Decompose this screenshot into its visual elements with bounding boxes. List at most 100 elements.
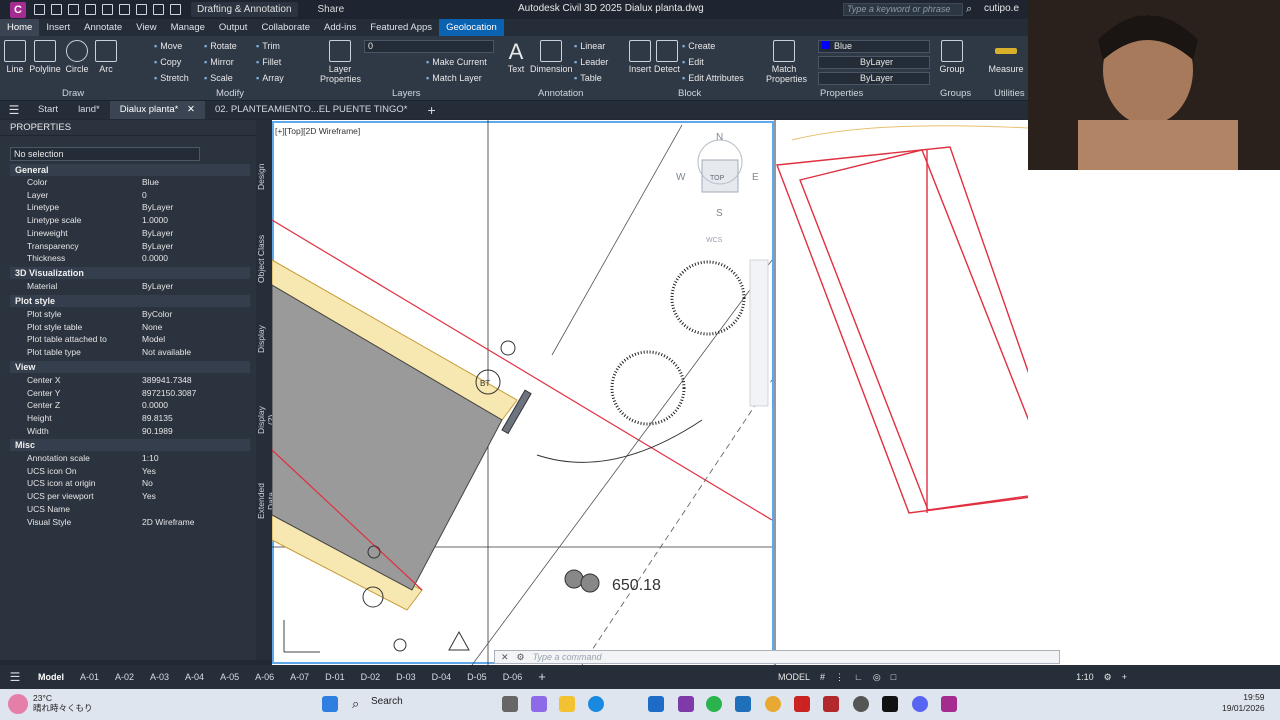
- property-value[interactable]: ByLayer: [142, 281, 173, 291]
- fillet-button[interactable]: Fillet: [256, 57, 281, 67]
- move-button[interactable]: Move: [154, 41, 182, 51]
- property-value[interactable]: ByLayer: [142, 241, 173, 251]
- search-icon[interactable]: ⌕: [966, 3, 972, 16]
- web-save-icon[interactable]: [119, 4, 130, 15]
- leader-button[interactable]: Leader: [574, 57, 608, 67]
- doc-tab-land[interactable]: land*: [68, 101, 110, 119]
- property-value[interactable]: 90.1989: [142, 426, 173, 436]
- dimension-button[interactable]: Dimension: [530, 40, 573, 74]
- drawing-viewport-right-extension[interactable]: [1028, 170, 1280, 665]
- linetype-dropdown[interactable]: ByLayer: [818, 56, 930, 69]
- groups-panel-label[interactable]: Groups: [940, 88, 971, 99]
- table-button[interactable]: Table: [574, 73, 602, 83]
- section-general[interactable]: General: [10, 164, 250, 176]
- grid-icon[interactable]: #: [820, 665, 825, 689]
- app-logo[interactable]: C: [10, 1, 26, 18]
- drawing-viewport[interactable]: 650.18 TOP N W E S WCS BT [+][Top][2D Wi…: [272, 120, 1028, 665]
- tab-add-ins[interactable]: Add-ins: [317, 19, 363, 36]
- rotate-button[interactable]: Rotate: [204, 41, 237, 51]
- tab-view[interactable]: View: [129, 19, 163, 36]
- circle-button[interactable]: Circle: [64, 40, 90, 74]
- edit-attributes-button[interactable]: Edit Attributes: [682, 73, 744, 83]
- add-layout-icon[interactable]: +: [530, 665, 554, 689]
- file-explorer-icon[interactable]: [559, 696, 575, 712]
- lineweight-dropdown[interactable]: ByLayer: [818, 72, 930, 85]
- side-tab-display[interactable]: Display: [256, 324, 272, 354]
- tab-output[interactable]: Output: [212, 19, 255, 36]
- model-space-toggle[interactable]: MODEL: [778, 665, 810, 689]
- property-value[interactable]: 2D Wireframe: [142, 517, 194, 527]
- insert-button[interactable]: Insert: [628, 40, 652, 74]
- polyline-button[interactable]: Polyline: [28, 40, 62, 74]
- ortho-icon[interactable]: ∟: [854, 665, 863, 689]
- tab-manage[interactable]: Manage: [164, 19, 212, 36]
- scale-button[interactable]: Scale: [204, 73, 233, 83]
- app-icon[interactable]: [678, 696, 694, 712]
- tab-insert[interactable]: Insert: [39, 19, 77, 36]
- layout-tab[interactable]: D-04: [424, 665, 460, 689]
- property-value[interactable]: No: [142, 478, 153, 488]
- property-value[interactable]: 0.0000: [142, 400, 168, 410]
- settings-icon[interactable]: ⚙: [1104, 665, 1112, 689]
- new-icon[interactable]: [34, 4, 45, 15]
- layers-panel-label[interactable]: Layers: [392, 88, 421, 99]
- match-layer-button[interactable]: Match Layer: [426, 73, 482, 83]
- side-tab-object-class[interactable]: Object Class: [256, 232, 272, 286]
- layout-tab[interactable]: A-06: [247, 665, 282, 689]
- osnap-icon[interactable]: □: [891, 665, 896, 689]
- properties-panel-label[interactable]: Properties: [820, 88, 863, 99]
- property-value[interactable]: Model: [142, 334, 165, 344]
- layout-tab[interactable]: D-01: [317, 665, 353, 689]
- new-tab-icon[interactable]: +: [417, 101, 445, 119]
- save-icon[interactable]: [68, 4, 79, 15]
- taskbar-search-icon[interactable]: ⌕: [352, 696, 368, 712]
- close-icon[interactable]: ✕: [187, 104, 195, 115]
- layout-tab[interactable]: D-05: [459, 665, 495, 689]
- layout-tab[interactable]: A-02: [107, 665, 142, 689]
- match-properties-button[interactable]: Match Properties: [766, 40, 807, 84]
- modify-panel-label[interactable]: Modify: [216, 88, 244, 99]
- layout-tab[interactable]: D-06: [495, 665, 531, 689]
- tab-geolocation[interactable]: Geolocation: [439, 19, 504, 36]
- start-icon[interactable]: [322, 696, 338, 712]
- property-value[interactable]: ByLayer: [142, 202, 173, 212]
- property-value[interactable]: 89.8135: [142, 413, 173, 423]
- array-button[interactable]: Array: [256, 73, 284, 83]
- line-button[interactable]: Line: [4, 40, 26, 74]
- close-command-icon[interactable]: ✕: [501, 652, 509, 663]
- menu-icon[interactable]: ☰: [0, 103, 28, 117]
- web-open-icon[interactable]: [102, 4, 113, 15]
- doc-tab-start[interactable]: Start: [28, 101, 68, 119]
- civil3d-icon[interactable]: [941, 696, 957, 712]
- open-icon[interactable]: [51, 4, 62, 15]
- app-icon[interactable]: [853, 696, 869, 712]
- layout-tab[interactable]: A-07: [282, 665, 317, 689]
- drawing-canvas[interactable]: 650.18 TOP N W E S WCS BT: [272, 120, 1028, 665]
- arc-button[interactable]: Arc: [94, 40, 118, 74]
- layout-tab[interactable]: A-05: [212, 665, 247, 689]
- copy-button[interactable]: Copy: [154, 57, 181, 67]
- save-as-icon[interactable]: [85, 4, 96, 15]
- doc-tab-dialux-planta[interactable]: Dialux planta* ✕: [109, 101, 205, 119]
- taskbar-search[interactable]: Search: [371, 696, 403, 707]
- property-value[interactable]: None: [142, 322, 162, 332]
- app-icon[interactable]: [823, 696, 839, 712]
- tab-featured-apps[interactable]: Featured Apps: [363, 19, 439, 36]
- create-block-button[interactable]: Create: [682, 41, 715, 51]
- make-current-button[interactable]: Make Current: [426, 57, 487, 67]
- discord-icon[interactable]: [912, 696, 928, 712]
- selection-dropdown[interactable]: No selection: [10, 147, 200, 161]
- polar-icon[interactable]: ◎: [873, 665, 881, 689]
- annotation-scale[interactable]: 1:10: [1076, 665, 1094, 689]
- workspace-selector[interactable]: Drafting & Annotation: [191, 2, 298, 17]
- layer-properties-button[interactable]: Layer Properties: [320, 40, 361, 84]
- side-tab-extended-data[interactable]: Extended Data: [256, 474, 276, 528]
- outlook-icon[interactable]: [648, 696, 664, 712]
- measure-button[interactable]: Measure: [986, 40, 1026, 74]
- print-icon[interactable]: [136, 4, 147, 15]
- layout-tab[interactable]: A-04: [177, 665, 212, 689]
- app-icon[interactable]: [794, 696, 810, 712]
- layer-dropdown[interactable]: 0: [364, 40, 494, 53]
- viewport-controls[interactable]: [+][Top][2D Wireframe]: [275, 126, 360, 136]
- user-account[interactable]: cutipo.e: [984, 3, 1019, 14]
